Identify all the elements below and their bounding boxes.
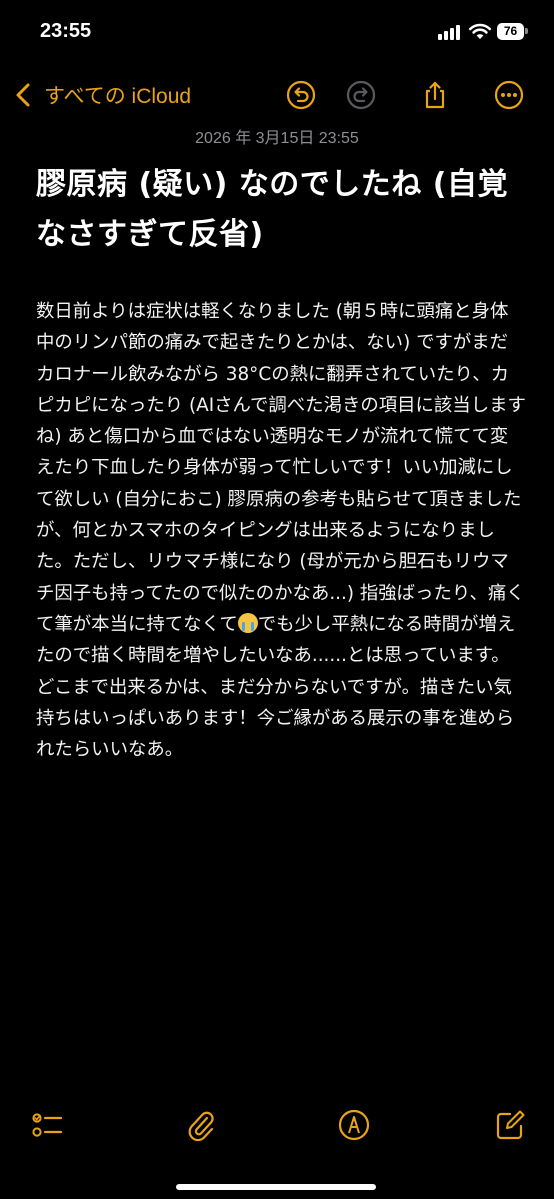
cellular-signal-icon bbox=[438, 24, 462, 40]
back-label: すべての iCloud bbox=[44, 85, 192, 108]
share-icon bbox=[425, 81, 445, 109]
chevron-left-icon bbox=[16, 83, 30, 107]
more-icon bbox=[494, 80, 524, 110]
battery-cap bbox=[525, 28, 528, 34]
share-button[interactable] bbox=[418, 78, 452, 112]
more-button[interactable] bbox=[492, 78, 526, 112]
back-button[interactable]: すべての iCloud bbox=[14, 78, 191, 112]
bottom-toolbar bbox=[0, 1100, 554, 1150]
redo-button[interactable] bbox=[344, 78, 378, 112]
checklist-icon bbox=[32, 1113, 63, 1137]
navigation-bar: すべての iCloud bbox=[0, 70, 554, 120]
status-time: 23:55 bbox=[40, 20, 92, 42]
checklist-button[interactable] bbox=[28, 1106, 66, 1144]
battery-level: 76 bbox=[497, 23, 524, 40]
status-bar: 23:55 76 bbox=[0, 0, 554, 60]
undo-icon bbox=[286, 80, 316, 110]
paperclip-icon bbox=[188, 1111, 214, 1142]
note-body[interactable]: 数日前よりは症状は軽くなりました (朝５時に頭痛と身体中のリンパ節の痛みで起きた… bbox=[36, 296, 526, 765]
note-date: 2026 年 3月15日 23:55 bbox=[195, 130, 359, 147]
redo-icon bbox=[346, 80, 376, 110]
attach-button[interactable] bbox=[182, 1106, 220, 1144]
compose-button[interactable] bbox=[491, 1106, 529, 1144]
loudly-crying-face-icon bbox=[237, 612, 258, 633]
wifi-icon bbox=[468, 23, 492, 39]
undo-button[interactable] bbox=[284, 78, 318, 112]
markup-pen-icon bbox=[338, 1109, 370, 1141]
compose-icon bbox=[496, 1110, 525, 1140]
note-body-part-2: でも少し平熱になる時間が増えたので描く時間を増やしたいなあ......とは思って… bbox=[36, 613, 516, 761]
note-body-part-1: 数日前よりは症状は軽くなりました (朝５時に頭痛と身体中のリンパ節の痛みで起きた… bbox=[36, 301, 526, 635]
note-title[interactable]: 膠原病 (疑い) なのでしたね (自覚なさすぎて反省) bbox=[36, 160, 526, 260]
home-indicator[interactable] bbox=[176, 1184, 376, 1190]
markup-button[interactable] bbox=[335, 1106, 373, 1144]
